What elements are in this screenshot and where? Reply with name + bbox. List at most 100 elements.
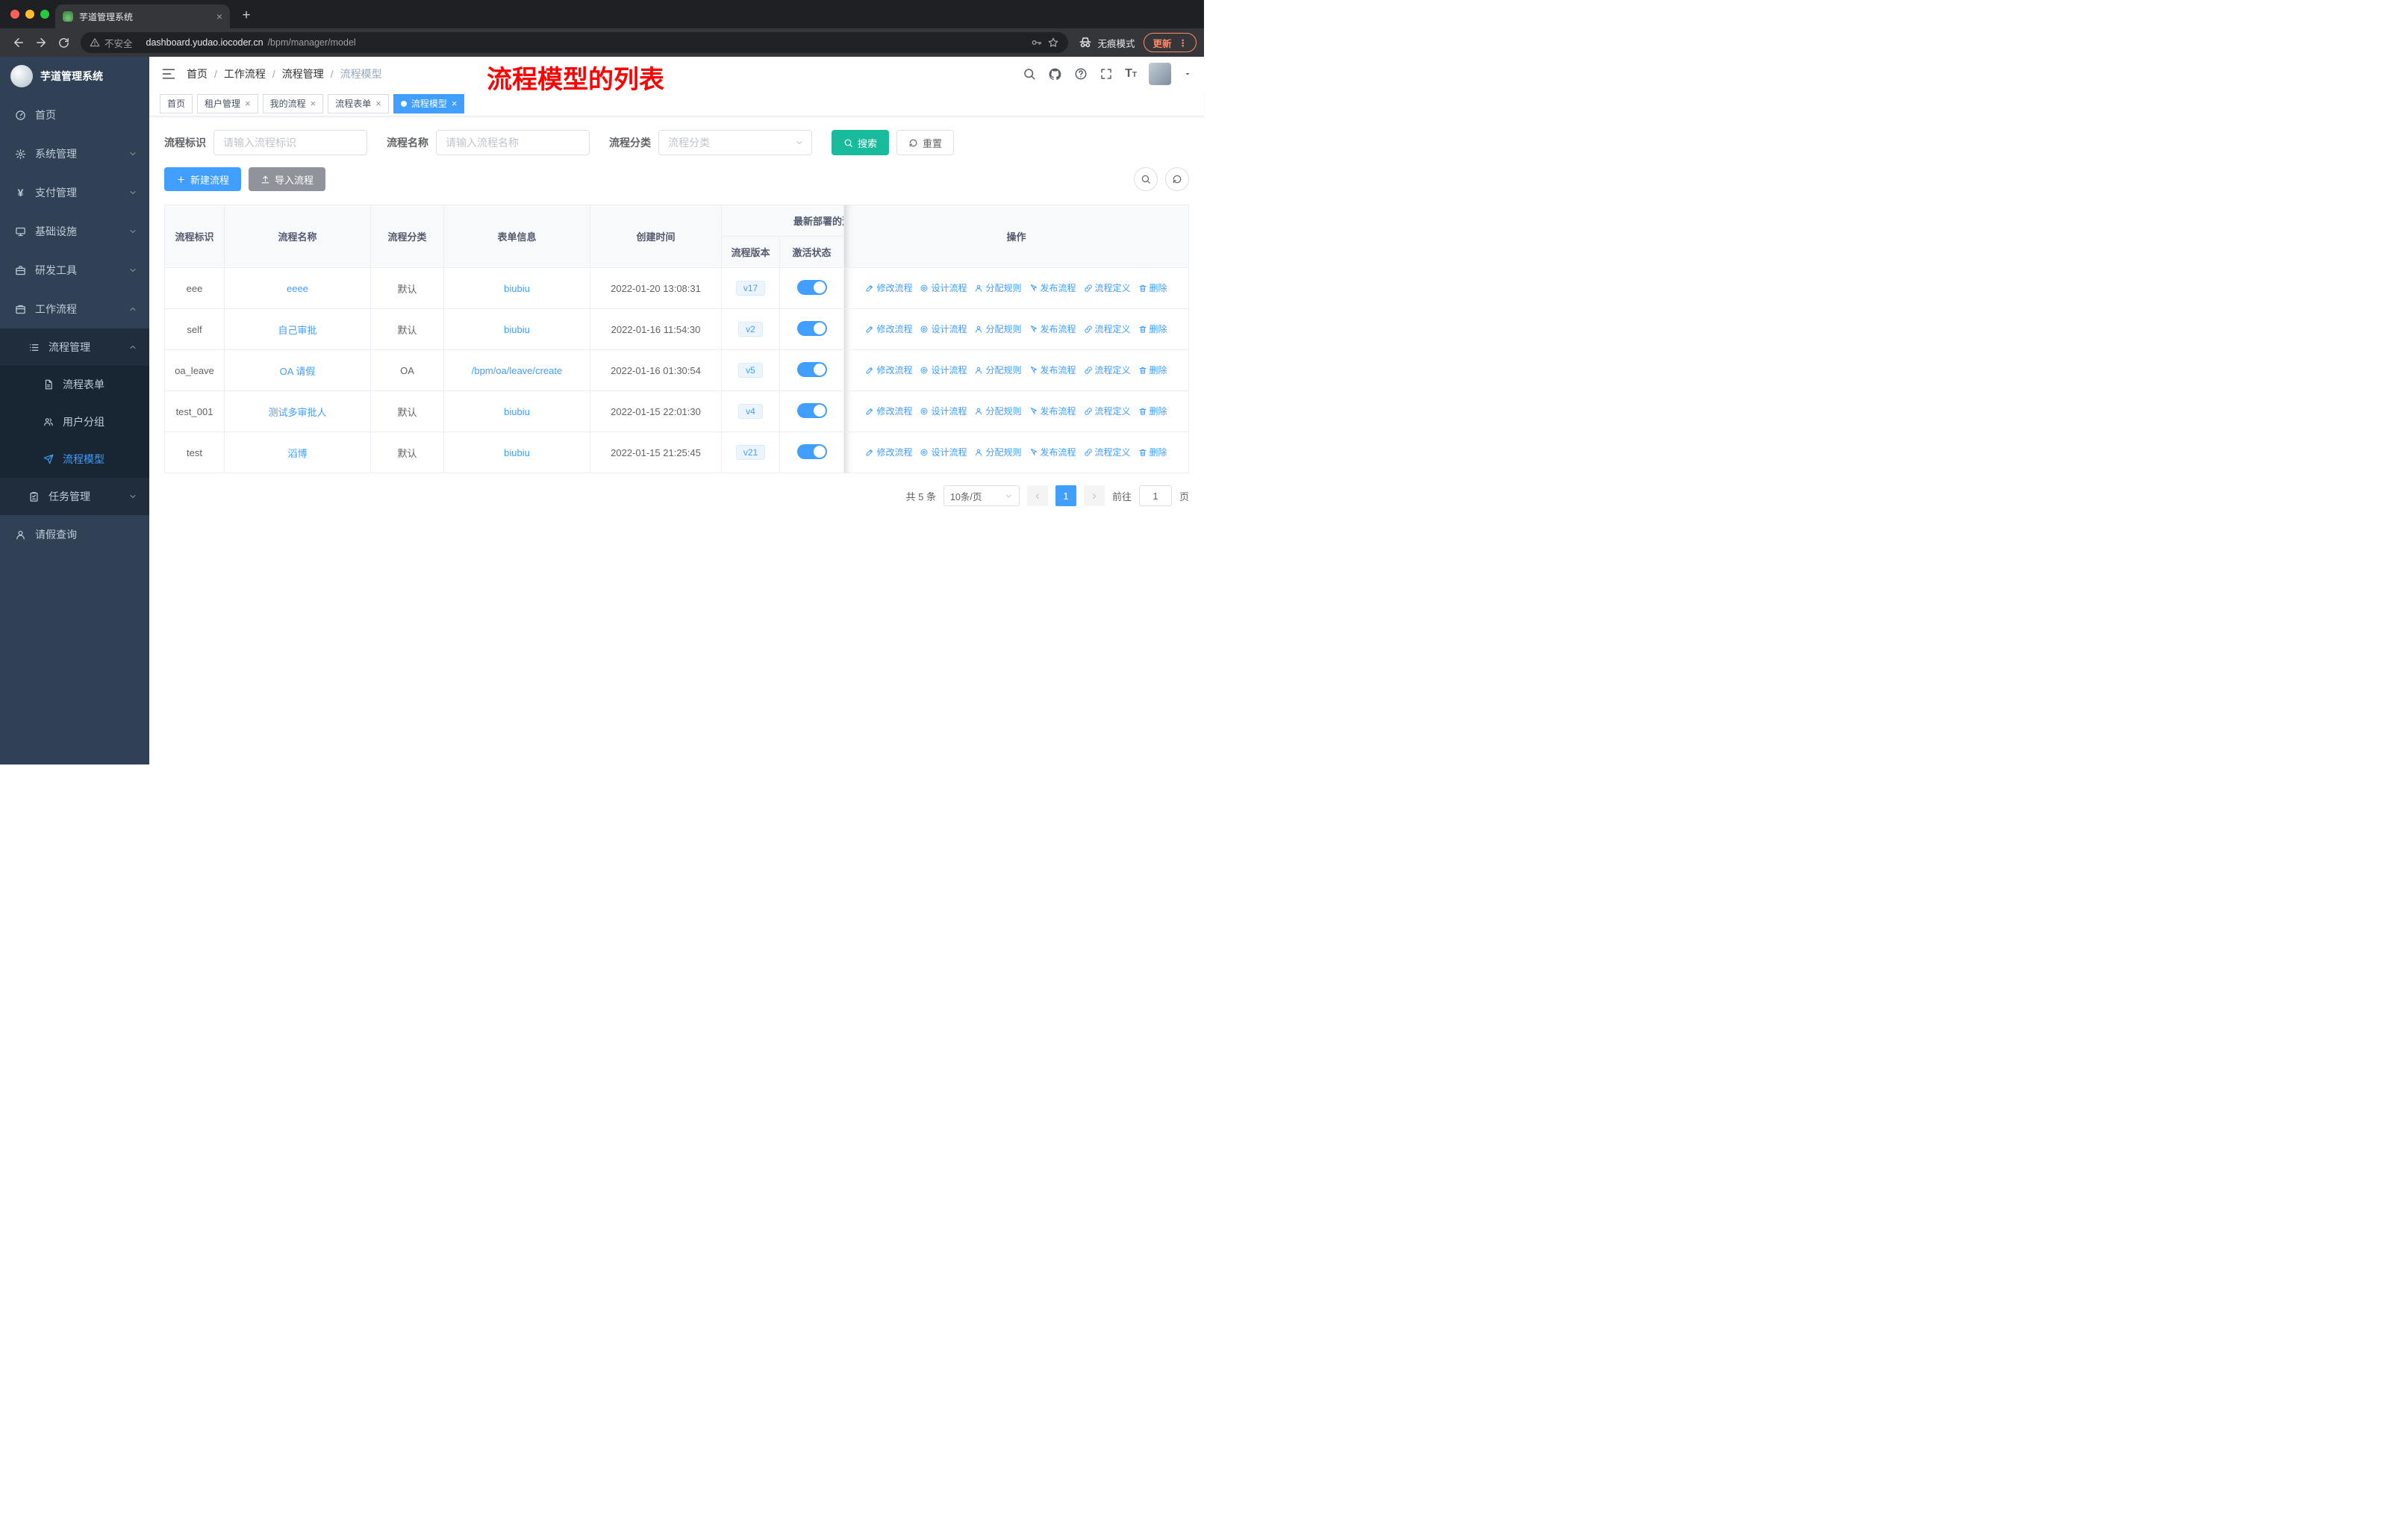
close-icon[interactable]: ×	[311, 99, 316, 108]
process-definition-link[interactable]: 流程定义	[1084, 405, 1131, 417]
delete-link[interactable]: 删除	[1138, 364, 1167, 376]
sidebar-item-user-group[interactable]: 用户分组	[0, 403, 149, 440]
assign-rule-link[interactable]: 分配规则	[974, 323, 1022, 335]
active-toggle[interactable]	[796, 279, 827, 295]
form-info-link[interactable]: biubiu	[504, 406, 530, 417]
form-info-link[interactable]: biubiu	[504, 324, 530, 335]
sidebar-item-payment[interactable]: ¥ 支付管理	[0, 173, 149, 212]
reload-button[interactable]	[52, 31, 75, 54]
window-zoom-button[interactable]	[40, 10, 49, 19]
window-minimize-button[interactable]	[25, 10, 34, 19]
breadcrumb-workflow[interactable]: 工作流程	[224, 66, 266, 81]
key-icon[interactable]	[1031, 37, 1043, 49]
sidebar-item-infrastructure[interactable]: 基础设施	[0, 212, 149, 251]
process-key-input[interactable]	[213, 130, 367, 155]
close-icon[interactable]: ×	[375, 99, 381, 108]
publish-process-link[interactable]: 发布流程	[1029, 446, 1076, 458]
active-toggle[interactable]	[796, 402, 827, 418]
modify-process-link[interactable]: 修改流程	[865, 405, 912, 417]
address-bar[interactable]: 不安全 dashboard.yudao.iocoder.cn/bpm/manag…	[81, 32, 1069, 53]
tab-close-icon[interactable]: ×	[216, 10, 222, 22]
sidebar-collapse-icon[interactable]	[161, 66, 176, 81]
form-info-link[interactable]: biubiu	[504, 447, 530, 458]
modify-process-link[interactable]: 修改流程	[865, 446, 912, 458]
design-process-link[interactable]: 设计流程	[920, 446, 967, 458]
publish-process-link[interactable]: 发布流程	[1029, 323, 1076, 335]
sidebar-item-home[interactable]: 首页	[0, 96, 149, 134]
breadcrumb-home[interactable]: 首页	[187, 66, 208, 81]
publish-process-link[interactable]: 发布流程	[1029, 405, 1076, 417]
window-close-button[interactable]	[10, 10, 19, 19]
form-info-link[interactable]: /bpm/oa/leave/create	[472, 365, 562, 376]
sidebar-item-process-form[interactable]: 流程表单	[0, 366, 149, 403]
modify-process-link[interactable]: 修改流程	[865, 323, 912, 335]
breadcrumb-process-management[interactable]: 流程管理	[282, 66, 324, 81]
prev-page-button[interactable]: ‹	[1026, 485, 1048, 506]
browser-menu-icon[interactable]: ⋮	[1179, 37, 1188, 49]
active-toggle[interactable]	[796, 443, 827, 459]
tag-process-form[interactable]: 流程表单 ×	[328, 93, 389, 113]
tag-my-process[interactable]: 我的流程 ×	[262, 93, 324, 113]
browser-tab[interactable]: 芋道管理系统 ×	[55, 4, 230, 28]
sidebar-item-dev-tools[interactable]: 研发工具	[0, 251, 149, 290]
next-page-button[interactable]: ›	[1083, 485, 1105, 506]
publish-process-link[interactable]: 发布流程	[1029, 281, 1076, 294]
delete-link[interactable]: 删除	[1138, 446, 1167, 458]
design-process-link[interactable]: 设计流程	[920, 405, 967, 417]
forward-button[interactable]	[30, 31, 52, 54]
process-name-link[interactable]: 自己审批	[278, 325, 316, 336]
process-definition-link[interactable]: 流程定义	[1084, 364, 1131, 376]
delete-link[interactable]: 删除	[1138, 281, 1167, 294]
create-process-button[interactable]: 新建流程	[164, 167, 242, 191]
assign-rule-link[interactable]: 分配规则	[974, 446, 1022, 458]
process-definition-link[interactable]: 流程定义	[1084, 446, 1131, 458]
refresh-table-button[interactable]	[1165, 167, 1189, 191]
tag-home[interactable]: 首页	[160, 93, 193, 113]
page-size-select[interactable]: 10条/页	[943, 485, 1020, 506]
process-definition-link[interactable]: 流程定义	[1084, 323, 1131, 335]
active-toggle[interactable]	[796, 361, 827, 377]
font-size-icon[interactable]: TT	[1125, 68, 1137, 80]
modify-process-link[interactable]: 修改流程	[865, 281, 912, 294]
assign-rule-link[interactable]: 分配规则	[974, 281, 1022, 294]
modify-process-link[interactable]: 修改流程	[865, 364, 912, 376]
reset-button[interactable]: 重置	[896, 130, 955, 155]
process-definition-link[interactable]: 流程定义	[1084, 281, 1131, 294]
process-category-select[interactable]: 流程分类	[658, 130, 812, 155]
close-icon[interactable]: ×	[245, 99, 251, 108]
design-process-link[interactable]: 设计流程	[920, 281, 967, 294]
page-1-button[interactable]: 1	[1055, 485, 1076, 506]
help-icon[interactable]	[1074, 67, 1088, 81]
process-name-link[interactable]: eeee	[287, 283, 308, 294]
toggle-search-button[interactable]	[1134, 167, 1158, 191]
update-browser-button[interactable]: 更新 ⋮	[1144, 33, 1197, 52]
github-icon[interactable]	[1048, 67, 1062, 81]
tag-tenant-management[interactable]: 租户管理 ×	[197, 93, 258, 113]
user-avatar[interactable]	[1149, 63, 1171, 85]
assign-rule-link[interactable]: 分配规则	[974, 405, 1022, 417]
assign-rule-link[interactable]: 分配规则	[974, 364, 1022, 376]
process-name-link[interactable]: 滔博	[287, 448, 307, 459]
active-toggle[interactable]	[796, 320, 827, 336]
delete-link[interactable]: 删除	[1138, 405, 1167, 417]
back-button[interactable]	[7, 31, 30, 54]
process-name-link[interactable]: OA 请假	[280, 366, 316, 377]
goto-page-input[interactable]	[1138, 485, 1172, 506]
sidebar-item-process-model[interactable]: 流程模型	[0, 440, 149, 478]
process-name-input[interactable]	[436, 130, 590, 155]
design-process-link[interactable]: 设计流程	[920, 323, 967, 335]
form-info-link[interactable]: biubiu	[504, 283, 530, 294]
design-process-link[interactable]: 设计流程	[920, 364, 967, 376]
tag-process-model-active[interactable]: 流程模型 ×	[393, 93, 465, 113]
process-name-link[interactable]: 测试多审批人	[268, 407, 326, 418]
fullscreen-icon[interactable]	[1099, 67, 1113, 81]
bookmark-star-icon[interactable]	[1047, 37, 1059, 49]
sidebar-item-task-management[interactable]: 任务管理	[0, 478, 149, 515]
import-process-button[interactable]: 导入流程	[249, 167, 326, 191]
search-icon[interactable]	[1023, 67, 1036, 81]
delete-link[interactable]: 删除	[1138, 323, 1167, 335]
sidebar-item-workflow[interactable]: 工作流程	[0, 290, 149, 328]
sidebar-item-system[interactable]: 系统管理	[0, 134, 149, 173]
search-button[interactable]: 搜索	[832, 130, 890, 155]
sidebar-item-process-management[interactable]: 流程管理	[0, 328, 149, 366]
